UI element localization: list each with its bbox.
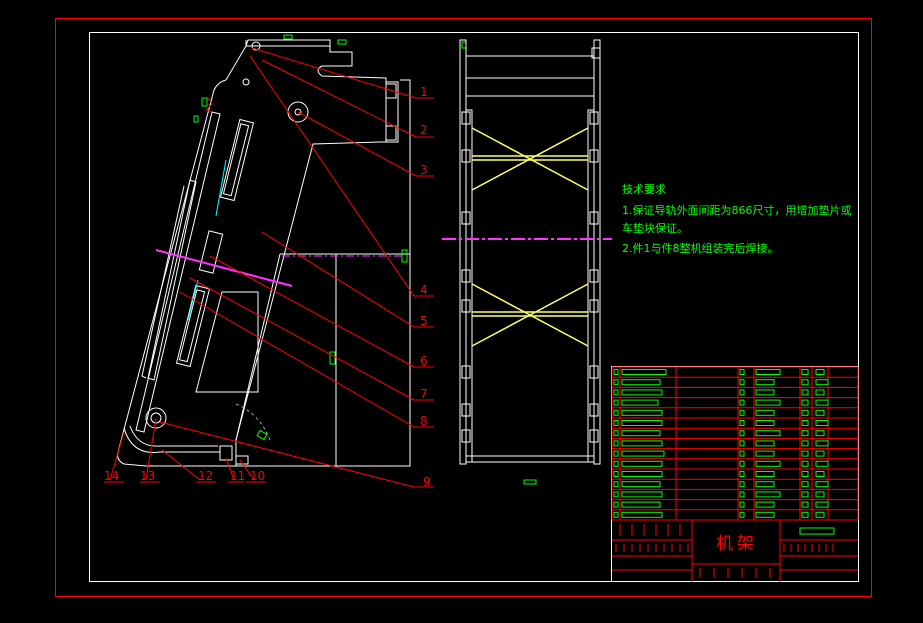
callout-9: 9 xyxy=(423,475,431,489)
drawing-sheet: 1 2 3 4 5 6 7 8 9 14 13 12 11 10 技术要求 1.… xyxy=(55,18,872,597)
side-view xyxy=(117,39,411,467)
tech-line-1: 1.保证导轨外面间距为866尺寸，用增加垫片或 xyxy=(622,203,852,217)
callout-13: 13 xyxy=(140,469,155,483)
callout-6: 6 xyxy=(420,354,428,368)
tech-requirements: 技术要求 1.保证导轨外面间距为866尺寸，用增加垫片或 车垫块保证。 2.件1… xyxy=(622,183,852,255)
callout-1: 1 xyxy=(420,85,428,99)
callout-3: 3 xyxy=(420,163,428,177)
callout-10: 10 xyxy=(250,469,265,483)
tech-line-3: 2.件1与件8整机组装完后焊接。 xyxy=(622,241,779,255)
callout-2: 2 xyxy=(420,123,428,137)
side-view-markers xyxy=(193,34,537,485)
title-block: 机架 xyxy=(611,366,859,582)
drawing-title: 机架 xyxy=(716,534,758,554)
callout-7: 7 xyxy=(420,387,428,401)
front-view-braces xyxy=(471,127,589,347)
callout-14: 14 xyxy=(104,469,119,483)
side-view-centerline xyxy=(155,249,293,287)
callout-12: 12 xyxy=(198,469,213,483)
front-view xyxy=(459,39,601,465)
callout-5: 5 xyxy=(420,314,428,328)
tech-line-2: 车垫块保证。 xyxy=(622,221,688,235)
tech-heading: 技术要求 xyxy=(622,183,666,196)
callout-11: 11 xyxy=(230,469,245,483)
callout-4: 4 xyxy=(420,283,428,297)
callout-8: 8 xyxy=(420,414,428,428)
leader-lines xyxy=(104,47,434,488)
